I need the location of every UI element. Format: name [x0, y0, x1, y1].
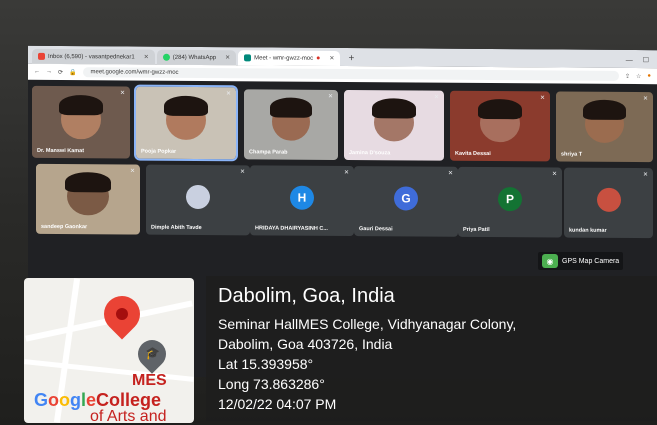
participant-tile[interactable]: ✕ Jamina D'souza [344, 90, 444, 161]
address-line-1: Seminar HallMES College, Vidhyanagar Col… [218, 316, 517, 332]
mic-muted-icon: ✕ [433, 94, 439, 101]
participant-hair [270, 97, 312, 118]
participant-tile[interactable]: ✕ sandeep Gaonkar [36, 163, 140, 235]
graduation-cap-icon: 🎓 [145, 346, 160, 360]
logo-letter: o [59, 390, 71, 410]
participant-name: Pooja Popkar [141, 148, 177, 155]
mic-muted-icon: ✕ [119, 90, 125, 97]
latitude: Lat 15.393958° [218, 356, 314, 372]
mic-muted-icon: ✕ [327, 93, 333, 100]
participant-tile[interactable]: ✕ Dimple Abith Tavde [146, 164, 250, 236]
participant-hair [164, 95, 208, 116]
map-road [24, 359, 194, 382]
participant-profile-photo [186, 184, 210, 209]
close-icon[interactable]: ✕ [144, 54, 149, 61]
participant-tile[interactable]: ✕ Champa Parab [244, 89, 338, 160]
participant-tile[interactable]: P ✕ Priya Patil [458, 166, 562, 238]
place-title: Dabolim, Goa, India [218, 285, 395, 307]
location-map: 🎓 MES GoogleCollege of Arts and [24, 278, 194, 423]
mic-muted-icon: ✕ [129, 168, 135, 175]
participant-hair [59, 94, 103, 116]
mic-muted-icon: ✕ [343, 170, 349, 177]
meet-icon [244, 54, 252, 62]
gps-camera-icon: ◉ [542, 254, 558, 268]
participant-hair [372, 98, 416, 119]
tab-label: Meet - wmr-gwzz-moc [254, 54, 314, 62]
mic-muted-icon: ✕ [239, 169, 245, 176]
participant-name: kundan kumar [569, 227, 607, 234]
logo-letter: e [86, 390, 97, 410]
gps-info-panel: Dabolim, Goa, India Seminar HallMES Coll… [206, 276, 657, 421]
address-bar: ← → ⟳ 🔒 meet.google.com/wmr-gwzz-moc ⇪ ☆… [28, 63, 657, 85]
address-line-2: Dabolim, Goa 403726, India [218, 336, 393, 352]
logo-letter: G [34, 390, 49, 410]
participant-name: shriya T [561, 151, 583, 158]
close-icon[interactable]: ✕ [225, 54, 230, 61]
lock-icon: 🔒 [69, 69, 77, 76]
whatsapp-icon [162, 53, 170, 61]
reload-icon[interactable]: ⟳ [58, 69, 63, 76]
minimize-icon[interactable]: — [626, 53, 633, 68]
participant-name: HRIDAYA DHAIRYASINH C... [255, 225, 328, 232]
location-pin-dot [116, 308, 128, 320]
back-icon[interactable]: ← [34, 69, 40, 75]
tab-whatsapp[interactable]: (284) WhatsApp ✕ [156, 49, 237, 66]
mic-muted-icon: ✕ [447, 170, 453, 177]
window-controls: — ☐ [626, 53, 657, 68]
participant-name: Dimple Abith Tavde [151, 224, 202, 232]
participant-name: sandeep Gaonkar [41, 223, 88, 231]
participant-hair [65, 172, 111, 193]
participant-avatar: G [394, 185, 418, 211]
mic-muted-icon: ✕ [225, 91, 231, 98]
gps-badge-label: GPS Map Camera [562, 257, 620, 265]
participant-name: Champa Parab [249, 149, 288, 156]
mic-muted-icon: ✕ [551, 171, 557, 178]
address-bar-icons: ⇪ ☆ ● [625, 72, 651, 80]
participant-tile[interactable]: ✕ kundan kumar [564, 167, 653, 239]
participant-tile[interactable]: ✕ Kavita Dessai [450, 90, 550, 162]
map-label-line: of Arts and [90, 408, 167, 423]
recording-dot-icon: ● [316, 54, 321, 62]
tab-label: Inbox (6,590) - vasantpednekar1 [48, 53, 135, 61]
map-place-label: MES [132, 372, 167, 390]
photo-frame: Inbox (6,590) - vasantpednekar1 ✕ (284) … [0, 0, 657, 425]
forward-icon[interactable]: → [46, 69, 52, 75]
participant-hair [583, 100, 626, 120]
close-icon[interactable]: ✕ [329, 55, 334, 62]
participant-name: Jamina D'souza [349, 150, 391, 157]
maximize-icon[interactable]: ☐ [643, 53, 649, 68]
tab-label: (284) WhatsApp [172, 54, 217, 61]
participant-hair [478, 99, 522, 120]
mic-muted-icon: ✕ [642, 96, 648, 103]
participant-avatar: P [498, 186, 522, 211]
participant-name: Priya Patil [463, 226, 490, 234]
participant-name: Dr. Manswi Kamat [37, 147, 85, 155]
mic-muted-icon: ✕ [642, 172, 648, 179]
date-time: 12/02/22 04:07 PM [218, 396, 337, 412]
mic-muted-icon: ✕ [539, 95, 545, 102]
new-tab-button[interactable]: + [342, 51, 360, 66]
participant-tile[interactable]: ✕ shriya T [556, 91, 653, 163]
url-field[interactable]: meet.google.com/wmr-gwzz-moc [82, 67, 619, 81]
participant-tile[interactable]: G ✕ Gauri Dessai [354, 166, 458, 237]
map-label-line: MES [132, 372, 167, 389]
participant-avatar: H [290, 185, 314, 210]
share-icon[interactable]: ⇪ [625, 72, 630, 79]
participant-tile[interactable]: ✕ Pooja Popkar [134, 84, 238, 162]
map-label-college: College [96, 390, 162, 410]
gmail-icon [38, 52, 45, 60]
logo-letter: g [70, 390, 82, 410]
participant-name: Kavita Dessai [455, 150, 491, 158]
participant-tile[interactable]: H ✕ HRIDAYA DHAIRYASINH C... [250, 165, 354, 237]
longitude: Long 73.863286° [218, 376, 325, 392]
tab-gmail[interactable]: Inbox (6,590) - vasantpednekar1 ✕ [32, 48, 155, 65]
star-icon[interactable]: ☆ [636, 73, 641, 80]
profile-icon[interactable]: ● [647, 73, 651, 80]
participant-tile[interactable]: ✕ Dr. Manswi Kamat [32, 85, 130, 159]
participant-name: Gauri Dessai [359, 226, 393, 233]
participant-profile-photo [596, 187, 621, 212]
tab-meet[interactable]: Meet - wmr-gwzz-moc ● ✕ [238, 50, 341, 66]
gps-camera-badge: ◉ GPS Map Camera [538, 252, 624, 270]
logo-letter: o [48, 390, 60, 410]
